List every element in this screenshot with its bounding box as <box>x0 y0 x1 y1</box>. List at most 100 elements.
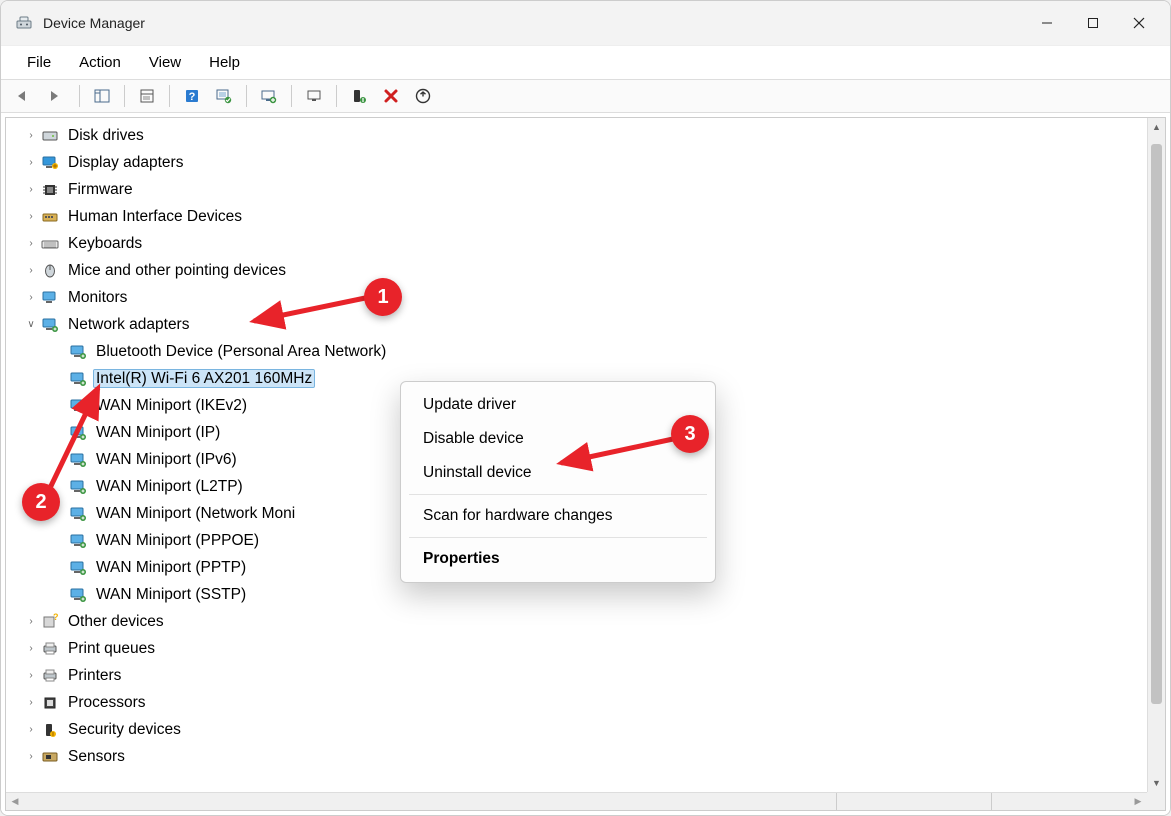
tree-category[interactable]: ›Keyboards <box>24 230 1165 257</box>
expander-icon[interactable]: › <box>24 238 38 249</box>
help-button[interactable]: ? <box>178 83 206 109</box>
toolbar: ? <box>1 79 1170 113</box>
device-icon <box>68 343 88 361</box>
titlebar: Device Manager <box>1 1 1170 45</box>
tree-category[interactable]: ›Processors <box>24 689 1165 716</box>
enable-device-toolbar-button[interactable] <box>300 83 328 109</box>
cm-update-driver[interactable]: Update driver <box>405 388 711 422</box>
device-icon <box>68 478 88 496</box>
tree-category-label: Firmware <box>66 181 135 198</box>
maximize-button[interactable] <box>1070 1 1116 45</box>
expander-icon[interactable]: › <box>24 265 38 276</box>
device-icon <box>68 397 88 415</box>
expander-icon[interactable]: ∨ <box>24 319 38 330</box>
uninstall-device-toolbar-button[interactable] <box>377 83 405 109</box>
tree-category[interactable]: ›Print queues <box>24 635 1165 662</box>
cm-uninstall-device[interactable]: Uninstall device <box>405 456 711 490</box>
svg-text:?: ? <box>53 613 59 622</box>
menu-action[interactable]: Action <box>65 50 135 75</box>
nav-forward-button[interactable] <box>43 83 71 109</box>
device-context-menu: Update driver Disable device Uninstall d… <box>400 381 716 583</box>
scroll-down-button[interactable]: ▼ <box>1148 774 1165 792</box>
tree-category[interactable]: ›Security devices <box>24 716 1165 743</box>
tree-category-label: Mice and other pointing devices <box>66 262 288 279</box>
expander-icon[interactable]: › <box>24 130 38 141</box>
toolbar-separator <box>246 85 247 107</box>
device-category-icon <box>40 235 60 253</box>
show-hide-tree-button[interactable] <box>88 83 116 109</box>
vertical-scroll-thumb[interactable] <box>1151 144 1162 704</box>
tree-category[interactable]: › Display adapters <box>24 149 1165 176</box>
device-category-icon <box>40 667 60 685</box>
cm-separator <box>409 494 707 495</box>
tree-category[interactable]: ›? Other devices <box>24 608 1165 635</box>
menu-file[interactable]: File <box>13 50 65 75</box>
tree-device-label: WAN Miniport (PPTP) <box>94 559 248 576</box>
expander-icon[interactable]: › <box>24 724 38 735</box>
expander-icon[interactable]: › <box>24 292 38 303</box>
expander-icon[interactable]: › <box>24 643 38 654</box>
horizontal-scrollbar[interactable]: ◀ ▶ <box>6 792 1147 810</box>
tree-device-label: WAN Miniport (PPPOE) <box>94 532 261 549</box>
tree-device-label: WAN Miniport (IP) <box>94 424 222 441</box>
tree-category-label: Human Interface Devices <box>66 208 244 225</box>
device-category-icon <box>40 640 60 658</box>
tree-category[interactable]: › Firmware <box>24 176 1165 203</box>
tree-device-label: WAN Miniport (IKEv2) <box>94 397 249 414</box>
tree-device-label: WAN Miniport (L2TP) <box>94 478 245 495</box>
tree-device-item[interactable]: ›Bluetooth Device (Personal Area Network… <box>52 338 1165 365</box>
device-category-icon <box>40 748 60 766</box>
tree-category[interactable]: › Disk drives <box>24 122 1165 149</box>
tree-device-item[interactable]: ›WAN Miniport (SSTP) <box>52 581 1165 608</box>
expander-icon[interactable]: › <box>24 184 38 195</box>
device-category-icon <box>40 289 60 307</box>
device-icon <box>68 451 88 469</box>
minimize-button[interactable] <box>1024 1 1070 45</box>
disable-device-toolbar-button[interactable] <box>345 83 373 109</box>
scroll-up-button[interactable]: ▲ <box>1148 118 1165 136</box>
device-icon <box>68 370 88 388</box>
tree-category[interactable]: › Monitors <box>24 284 1165 311</box>
scroll-left-button[interactable]: ◀ <box>6 793 24 811</box>
cm-properties[interactable]: Properties <box>405 542 711 576</box>
tree-category-label: Monitors <box>66 289 129 306</box>
tree-category[interactable]: ∨Network adapters <box>24 311 1165 338</box>
device-category-icon <box>40 181 60 199</box>
device-category-icon <box>40 316 60 334</box>
add-legacy-toolbar-button[interactable] <box>409 83 437 109</box>
menu-help[interactable]: Help <box>195 50 254 75</box>
expander-icon[interactable]: › <box>24 670 38 681</box>
vertical-scrollbar[interactable]: ▲ ▼ <box>1147 118 1165 792</box>
expander-icon[interactable]: › <box>24 751 38 762</box>
device-icon <box>68 424 88 442</box>
scroll-right-button[interactable]: ▶ <box>1129 793 1147 811</box>
tree-device-label: Intel(R) Wi-Fi 6 AX201 160MHz <box>94 370 314 387</box>
expander-icon[interactable]: › <box>24 157 38 168</box>
expander-icon[interactable]: › <box>24 697 38 708</box>
tree-category[interactable]: › Human Interface Devices <box>24 203 1165 230</box>
tree-category-label: Other devices <box>66 613 166 630</box>
tree-category[interactable]: › Mice and other pointing devices <box>24 257 1165 284</box>
tree-category[interactable]: › Printers <box>24 662 1165 689</box>
cm-separator <box>409 537 707 538</box>
tree-category-label: Printers <box>66 667 123 684</box>
cm-scan-hardware[interactable]: Scan for hardware changes <box>405 499 711 533</box>
tree-category-label: Sensors <box>66 748 127 765</box>
device-category-icon <box>40 721 60 739</box>
close-button[interactable] <box>1116 1 1162 45</box>
nav-back-button[interactable] <box>11 83 39 109</box>
cm-disable-device[interactable]: Disable device <box>405 422 711 456</box>
tree-device-label: WAN Miniport (SSTP) <box>94 586 248 603</box>
tree-category[interactable]: › Sensors <box>24 743 1165 770</box>
device-tree-pane: › Disk drives › Display adapters › Firmware › H… <box>5 117 1166 811</box>
tree-category-label: Display adapters <box>66 154 185 171</box>
tree-category-label: Disk drives <box>66 127 146 144</box>
expander-icon[interactable]: › <box>24 616 38 627</box>
scan-hardware-button[interactable] <box>210 83 238 109</box>
content-wrap: › Disk drives › Display adapters › Firmware › H… <box>1 113 1170 815</box>
properties-button[interactable] <box>133 83 161 109</box>
expander-icon[interactable]: › <box>24 211 38 222</box>
menu-view[interactable]: View <box>135 50 195 75</box>
scroll-corner <box>1147 792 1165 810</box>
update-driver-toolbar-button[interactable] <box>255 83 283 109</box>
